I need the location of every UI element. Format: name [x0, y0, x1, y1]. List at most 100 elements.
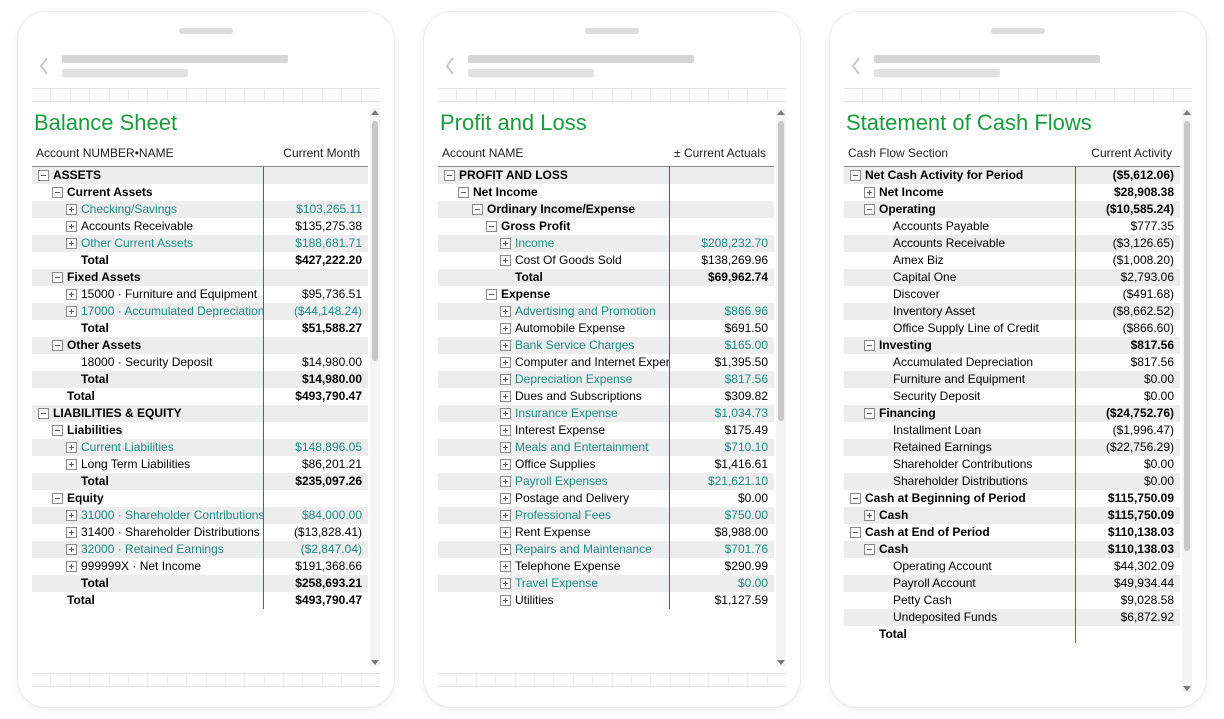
scrollbar[interactable] — [1182, 108, 1192, 693]
report-row[interactable]: Retained Earnings ($22,756.29) — [844, 439, 1180, 456]
report-row[interactable]: Cash at Beginning of Period $115,750.09 — [844, 490, 1180, 507]
report-row[interactable]: Expense — [438, 286, 774, 303]
report-row[interactable]: Accumulated Depreciation $817.56 — [844, 354, 1180, 371]
expand-icon[interactable] — [500, 578, 511, 589]
collapse-icon[interactable] — [850, 493, 861, 504]
expand-icon[interactable] — [500, 493, 511, 504]
expand-icon[interactable] — [500, 255, 511, 266]
expand-icon[interactable] — [66, 544, 77, 555]
collapse-icon[interactable] — [52, 272, 63, 283]
report-row[interactable]: Total $69,962.74 — [438, 269, 774, 286]
collapse-icon[interactable] — [52, 493, 63, 504]
report-row[interactable]: Equity — [32, 490, 368, 507]
back-icon[interactable] — [442, 54, 458, 78]
scroll-up-icon[interactable] — [371, 110, 379, 115]
expand-icon[interactable] — [500, 459, 511, 470]
report-row[interactable]: Gross Profit — [438, 218, 774, 235]
report-row[interactable]: Amex Biz ($1,008.20) — [844, 252, 1180, 269]
expand-icon[interactable] — [66, 289, 77, 300]
expand-icon[interactable] — [500, 408, 511, 419]
report-row[interactable]: Total $235,097.26 — [32, 473, 368, 490]
report-row[interactable]: Total $51,588.27 — [32, 320, 368, 337]
report-row[interactable]: 32000 · Retained Earnings ($2,847.04) — [32, 541, 368, 558]
report-row[interactable]: Office Supplies $1,416.61 — [438, 456, 774, 473]
report-row[interactable]: Total — [844, 626, 1180, 643]
report-row[interactable]: ASSETS — [32, 167, 368, 184]
report-row[interactable]: Current Liabilities $148,896.05 — [32, 439, 368, 456]
scroll-thumb[interactable] — [1184, 121, 1190, 551]
report-row[interactable]: Total $493,790.47 — [32, 388, 368, 405]
report-row[interactable]: Accounts Receivable ($3,126.65) — [844, 235, 1180, 252]
report-row[interactable]: Telephone Expense $290.99 — [438, 558, 774, 575]
expand-icon[interactable] — [66, 442, 77, 453]
scrollbar[interactable] — [370, 108, 380, 667]
expand-icon[interactable] — [66, 459, 77, 470]
report-row[interactable]: Shareholder Distributions $0.00 — [844, 473, 1180, 490]
report-row[interactable]: Operating ($10,585.24) — [844, 201, 1180, 218]
report-row[interactable]: Professional Fees $750.00 — [438, 507, 774, 524]
expand-icon[interactable] — [500, 527, 511, 538]
report-row[interactable]: Accounts Receivable $135,275.38 — [32, 218, 368, 235]
report-row[interactable]: Investing $817.56 — [844, 337, 1180, 354]
expand-icon[interactable] — [66, 510, 77, 521]
report-row[interactable]: Total $427,222.20 — [32, 252, 368, 269]
collapse-icon[interactable] — [38, 170, 49, 181]
report-row[interactable]: Fixed Assets — [32, 269, 368, 286]
scroll-down-icon[interactable] — [371, 660, 379, 665]
report-row[interactable]: Net Cash Activity for Period ($5,612.06) — [844, 167, 1180, 184]
report-row[interactable]: Cash at End of Period $110,138.03 — [844, 524, 1180, 541]
expand-icon[interactable] — [66, 561, 77, 572]
expand-icon[interactable] — [500, 306, 511, 317]
scroll-thumb[interactable] — [372, 121, 378, 361]
report-row[interactable]: 15000 · Furniture and Equipment $95,736.… — [32, 286, 368, 303]
collapse-icon[interactable] — [52, 187, 63, 198]
expand-icon[interactable] — [500, 374, 511, 385]
collapse-icon[interactable] — [52, 425, 63, 436]
report-row[interactable]: Other Assets — [32, 337, 368, 354]
expand-icon[interactable] — [500, 340, 511, 351]
report-row[interactable]: Automobile Expense $691.50 — [438, 320, 774, 337]
report-row[interactable]: Rent Expense $8,988.00 — [438, 524, 774, 541]
report-row[interactable]: Net Income $28,908.38 — [844, 184, 1180, 201]
collapse-icon[interactable] — [444, 170, 455, 181]
report-row[interactable]: Undeposited Funds $6,872.92 — [844, 609, 1180, 626]
expand-icon[interactable] — [500, 323, 511, 334]
collapse-icon[interactable] — [850, 170, 861, 181]
report-row[interactable]: Total $258,693.21 — [32, 575, 368, 592]
scroll-up-icon[interactable] — [777, 110, 785, 115]
report-row[interactable]: PROFIT AND LOSS — [438, 167, 774, 184]
report-row[interactable]: Accounts Payable $777.35 — [844, 218, 1180, 235]
collapse-icon[interactable] — [864, 340, 875, 351]
report-row[interactable]: Cash $115,750.09 — [844, 507, 1180, 524]
collapse-icon[interactable] — [864, 408, 875, 419]
report-row[interactable]: Discover ($491.68) — [844, 286, 1180, 303]
expand-icon[interactable] — [500, 425, 511, 436]
scroll-down-icon[interactable] — [1183, 686, 1191, 691]
report-row[interactable]: Interest Expense $175.49 — [438, 422, 774, 439]
report-row[interactable]: Capital One $2,793.06 — [844, 269, 1180, 286]
expand-icon[interactable] — [864, 187, 875, 198]
collapse-icon[interactable] — [864, 204, 875, 215]
report-row[interactable]: LIABILITIES & EQUITY — [32, 405, 368, 422]
report-row[interactable]: 999999X · Net Income $191,368.66 — [32, 558, 368, 575]
report-row[interactable]: 18000 · Security Deposit $14,980.00 — [32, 354, 368, 371]
report-row[interactable]: Current Assets — [32, 184, 368, 201]
expand-icon[interactable] — [864, 510, 875, 521]
report-row[interactable]: 17000 · Accumulated Depreciation ($44,14… — [32, 303, 368, 320]
collapse-icon[interactable] — [52, 340, 63, 351]
report-row[interactable]: Net Income — [438, 184, 774, 201]
report-row[interactable]: Cost Of Goods Sold $138,269.96 — [438, 252, 774, 269]
back-icon[interactable] — [848, 54, 864, 78]
report-row[interactable]: Payroll Account $49,934.44 — [844, 575, 1180, 592]
expand-icon[interactable] — [500, 544, 511, 555]
expand-icon[interactable] — [66, 238, 77, 249]
expand-icon[interactable] — [500, 510, 511, 521]
collapse-icon[interactable] — [864, 544, 875, 555]
expand-icon[interactable] — [500, 357, 511, 368]
report-row[interactable]: Total $493,790.47 — [32, 592, 368, 609]
report-row[interactable]: Repairs and Maintenance $701.76 — [438, 541, 774, 558]
expand-icon[interactable] — [500, 595, 511, 606]
report-row[interactable]: Financing ($24,752.76) — [844, 405, 1180, 422]
report-row[interactable]: Bank Service Charges $165.00 — [438, 337, 774, 354]
scroll-thumb[interactable] — [778, 121, 784, 421]
